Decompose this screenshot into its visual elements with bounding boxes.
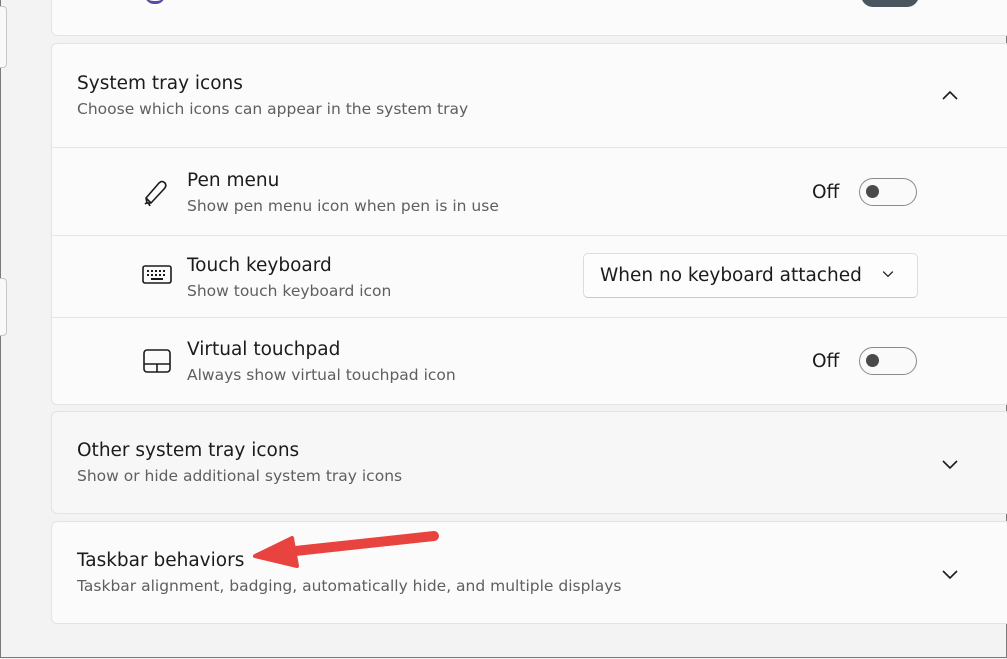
system-tray-subtitle: Choose which icons can appear in the sys… bbox=[77, 100, 469, 118]
toggle-knob bbox=[866, 185, 879, 198]
other-tray-subtitle: Show or hide additional system tray icon… bbox=[77, 467, 403, 485]
virtual-touchpad-subtitle: Always show virtual touchpad icon bbox=[187, 366, 456, 384]
chevron-down-icon[interactable] bbox=[940, 454, 960, 474]
previous-card bbox=[51, 0, 1007, 36]
touch-keyboard-subtitle: Show touch keyboard icon bbox=[187, 282, 392, 300]
nav-edge bbox=[0, 6, 7, 68]
pen-menu-toggle[interactable] bbox=[859, 178, 917, 206]
other-tray-card[interactable]: Other system tray icons Show or hide add… bbox=[51, 411, 1007, 514]
system-tray-title: System tray icons bbox=[77, 73, 243, 94]
chevron-down-icon bbox=[882, 271, 894, 278]
toggle-knob bbox=[866, 354, 879, 367]
pen-menu-subtitle: Show pen menu icon when pen is in use bbox=[187, 197, 499, 215]
touch-keyboard-title: Touch keyboard bbox=[187, 255, 332, 276]
taskbar-behaviors-subtitle: Taskbar alignment, badging, automaticall… bbox=[77, 577, 622, 595]
virtual-touchpad-toggle-state: Off bbox=[812, 351, 840, 372]
virtual-touchpad-row: Virtual touchpad Always show virtual tou… bbox=[52, 317, 1007, 404]
touchpad-icon bbox=[143, 349, 171, 373]
keyboard-icon bbox=[142, 265, 172, 284]
pen-menu-title: Pen menu bbox=[187, 170, 280, 191]
nav-edge bbox=[0, 278, 7, 336]
other-tray-title: Other system tray icons bbox=[77, 440, 300, 461]
dropdown-value: When no keyboard attached bbox=[600, 265, 862, 286]
virtual-touchpad-toggle[interactable] bbox=[859, 347, 917, 375]
settings-window: System tray icons Choose which icons can… bbox=[0, 0, 1007, 658]
pen-icon bbox=[144, 180, 167, 207]
taskbar-behaviors-card[interactable]: Taskbar behaviors Taskbar alignment, bad… bbox=[51, 521, 1007, 624]
chevron-up-icon[interactable] bbox=[940, 86, 960, 106]
partial-icon bbox=[145, 0, 165, 4]
pen-menu-toggle-state: Off bbox=[812, 182, 840, 203]
chevron-down-icon[interactable] bbox=[940, 564, 960, 584]
virtual-touchpad-title: Virtual touchpad bbox=[187, 339, 341, 360]
partial-toggle[interactable] bbox=[861, 0, 919, 7]
pen-menu-row: Pen menu Show pen menu icon when pen is … bbox=[52, 147, 1007, 235]
touch-keyboard-dropdown[interactable]: When no keyboard attached bbox=[583, 253, 918, 298]
taskbar-behaviors-title: Taskbar behaviors bbox=[77, 550, 245, 571]
